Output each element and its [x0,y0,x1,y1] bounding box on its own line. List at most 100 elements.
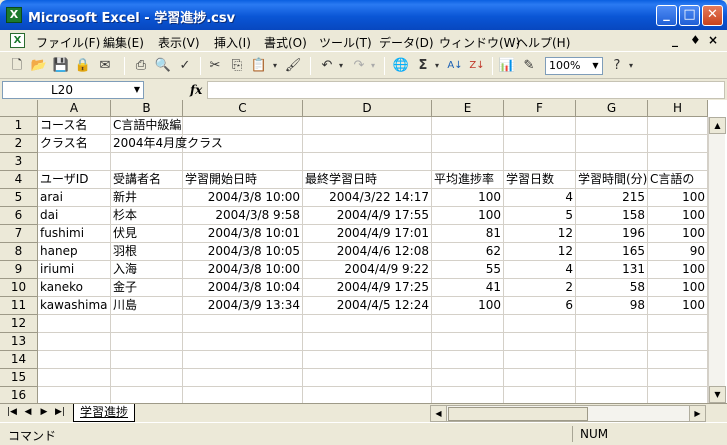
menu-help[interactable]: ヘルプ(H) [516,34,570,51]
cell-a11[interactable]: kawashima [38,297,111,315]
cell-b3[interactable] [111,153,183,171]
cell-c1[interactable] [183,117,303,135]
row-header-2[interactable]: 2 [0,135,38,153]
next-sheet-icon[interactable]: ▶ [38,407,50,417]
chart-wizard-icon[interactable]: 📊 [498,57,516,75]
cell-e11[interactable]: 100 [432,297,504,315]
row-header-11[interactable]: 11 [0,297,38,315]
cell-f16[interactable] [504,387,576,403]
cell-h10[interactable]: 100 [648,279,708,297]
cell-b11[interactable]: 川島 [111,297,183,315]
cell-d14[interactable] [303,351,432,369]
cell-c11[interactable]: 2004/3/9 13:34 [183,297,303,315]
cell-a13[interactable] [38,333,111,351]
menu-tools[interactable]: ツール(T) [319,34,372,51]
cell-h12[interactable] [648,315,708,333]
column-header-f[interactable]: F [504,100,576,117]
cell-f3[interactable] [504,153,576,171]
cell-f2[interactable] [504,135,576,153]
column-header-c[interactable]: C [183,100,303,117]
cell-e4[interactable]: 平均進捗率 [432,171,504,189]
cell-d7[interactable]: 2004/4/9 17:01 [303,225,432,243]
excel-app-icon[interactable]: X [6,7,22,23]
autosum-dropdown-icon[interactable]: ▾ [432,57,442,75]
cell-d9[interactable]: 2004/4/9 9:22 [303,261,432,279]
cell-e16[interactable] [432,387,504,403]
row-header-12[interactable]: 12 [0,315,38,333]
cell-g15[interactable] [576,369,648,387]
close-button[interactable]: ✕ [702,5,723,26]
cell-f11[interactable]: 6 [504,297,576,315]
cell-d11[interactable]: 2004/4/5 12:24 [303,297,432,315]
cell-g11[interactable]: 98 [576,297,648,315]
cell-g3[interactable] [576,153,648,171]
row-header-3[interactable]: 3 [0,153,38,171]
column-header-e[interactable]: E [432,100,504,117]
menu-window[interactable]: ウィンドウ(W) [439,34,520,51]
cell-g10[interactable]: 58 [576,279,648,297]
cell-g8[interactable]: 165 [576,243,648,261]
cell-f7[interactable]: 12 [504,225,576,243]
cell-g9[interactable]: 131 [576,261,648,279]
prev-sheet-icon[interactable]: ◀ [22,407,34,417]
cell-a1[interactable]: コース名 [38,117,111,135]
row-header-14[interactable]: 14 [0,351,38,369]
cell-e14[interactable] [432,351,504,369]
paste-dropdown-icon[interactable]: ▾ [270,57,280,75]
cell-h14[interactable] [648,351,708,369]
column-header-b[interactable]: B [111,100,183,117]
cell-a9[interactable]: iriumi [38,261,111,279]
minimize-button[interactable]: _ [656,5,677,26]
cell-c12[interactable] [183,315,303,333]
cell-a3[interactable] [38,153,111,171]
cell-d10[interactable]: 2004/4/9 17:25 [303,279,432,297]
row-header-7[interactable]: 7 [0,225,38,243]
cell-f5[interactable]: 4 [504,189,576,207]
row-header-10[interactable]: 10 [0,279,38,297]
cell-d12[interactable] [303,315,432,333]
formula-input[interactable] [207,81,725,99]
cell-h15[interactable] [648,369,708,387]
row-header-5[interactable]: 5 [0,189,38,207]
cell-f12[interactable] [504,315,576,333]
scroll-up-icon[interactable]: ▲ [709,117,726,134]
cell-d2[interactable] [303,135,432,153]
cell-c13[interactable] [183,333,303,351]
cell-g13[interactable] [576,333,648,351]
cell-e1[interactable] [432,117,504,135]
cell-b9[interactable]: 入海 [111,261,183,279]
spelling-icon[interactable]: ✓ [176,57,194,75]
cell-e15[interactable] [432,369,504,387]
cell-g2[interactable] [576,135,648,153]
chevron-down-icon[interactable]: ▼ [590,59,601,73]
cell-f13[interactable] [504,333,576,351]
cell-e3[interactable] [432,153,504,171]
toolbar-options-icon[interactable]: ▾ [626,57,636,75]
cell-f10[interactable]: 2 [504,279,576,297]
name-box[interactable]: L20 ▼ [2,81,144,99]
undo-dropdown-icon[interactable]: ▾ [336,57,346,75]
cell-b15[interactable] [111,369,183,387]
undo-icon[interactable]: ↶ [318,57,336,75]
cell-g16[interactable] [576,387,648,403]
doc-close-button[interactable]: × [708,33,718,47]
sort-desc-icon[interactable]: Z↓ [468,57,486,75]
cell-f6[interactable]: 5 [504,207,576,225]
autosum-icon[interactable]: Σ [414,57,432,75]
scroll-down-icon[interactable]: ▼ [709,386,726,403]
sort-asc-icon[interactable]: A↓ [446,57,464,75]
cell-e12[interactable] [432,315,504,333]
cell-b14[interactable] [111,351,183,369]
cell-e6[interactable]: 100 [432,207,504,225]
help-icon[interactable]: ? [608,57,626,75]
cell-c16[interactable] [183,387,303,403]
cell-c9[interactable]: 2004/3/8 10:00 [183,261,303,279]
save-icon[interactable]: 💾 [52,57,70,75]
cell-c10[interactable]: 2004/3/8 10:04 [183,279,303,297]
cell-c4[interactable]: 学習開始日時 [183,171,303,189]
redo-dropdown-icon[interactable]: ▾ [368,57,378,75]
insert-function-icon[interactable]: fx [190,83,202,97]
column-header-a[interactable]: A [38,100,111,117]
cell-a5[interactable]: arai [38,189,111,207]
cell-d15[interactable] [303,369,432,387]
